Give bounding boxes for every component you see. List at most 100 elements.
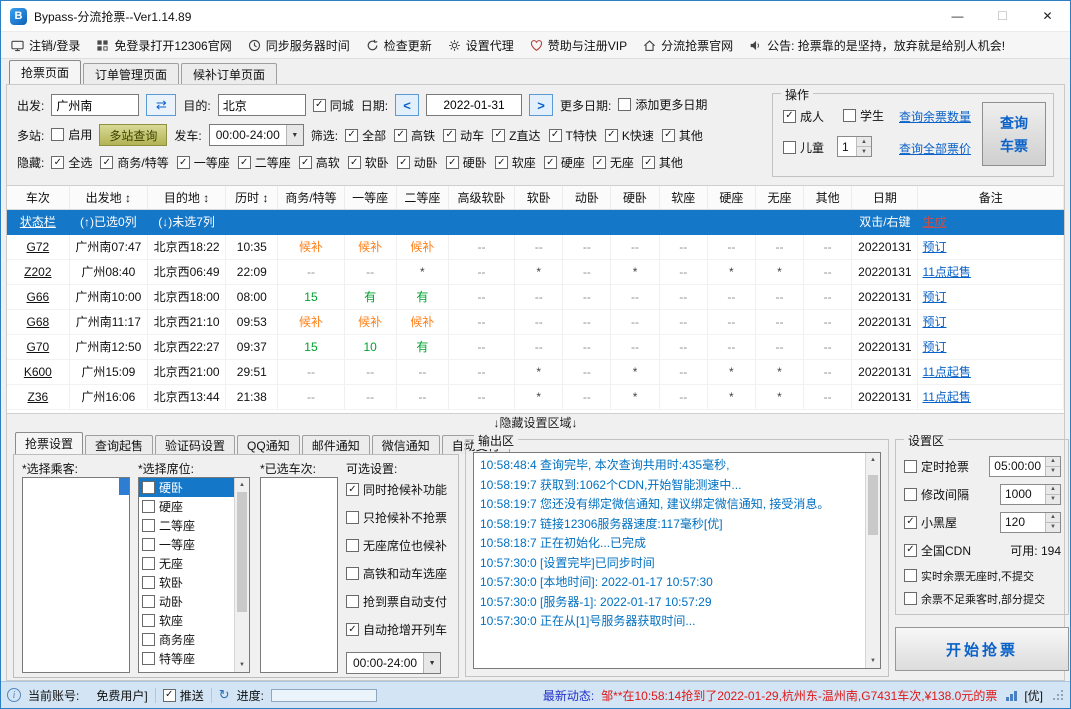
date-input[interactable] [426,94,523,116]
booking-link[interactable]: 预订 [917,309,1064,335]
hide-checkbox-2[interactable]: ✓ 一等座 [176,154,230,171]
hide-checkbox-0[interactable]: ✓ 全选 [51,154,92,171]
hide-checkbox-7[interactable]: ✓ 硬卧 [445,154,487,171]
seat-option[interactable]: 商务座 [139,630,234,649]
train-number-link[interactable]: Z202 [7,259,70,285]
optional-setting-checkbox[interactable]: 无座席位也候补 [346,537,447,554]
column-header[interactable]: 车次 [7,186,70,210]
column-header[interactable]: 软座 [659,186,708,210]
output-scrollbar[interactable]: ▲ ▼ [865,453,880,668]
table-row[interactable]: G68 广州南11:17 北京西21:10 09:53 候补 候补 候补 -- -- -- -- --… [7,309,1064,335]
adult-checkbox[interactable]: ✓ 成人 [783,108,824,125]
query-all-prices-link[interactable]: 查询全部票价 [899,140,971,157]
optional-setting-checkbox[interactable]: ✓ 同时抢候补功能 [346,481,447,498]
multi-station-query-button[interactable]: 多站查询 [99,124,168,146]
setting-checkbox-5[interactable]: 余票不足乘客时,部分提交 [904,591,1045,607]
student-checkbox[interactable]: 学生 [843,107,884,124]
destination-input[interactable] [217,94,306,116]
child-count-spinner[interactable]: 1 ▲ ▼ [837,136,872,157]
setting-checkbox-3[interactable]: ✓ 全国CDN [904,542,971,559]
setting-checkbox-1[interactable]: 修改间隔 [904,486,969,503]
scroll-up-icon[interactable]: ▲ [866,453,880,467]
table-row[interactable]: G70 广州南12:50 北京西22:27 09:37 15 10 有 -- -- -- -- -- -… [7,334,1064,360]
setting-checkbox-4[interactable]: 实时余票无座时,不提交 [904,568,1034,584]
status-note-link[interactable]: 生成 [917,209,1064,235]
menu-item-4[interactable]: 设置代理 [448,37,514,54]
filter-checkbox-2[interactable]: ✓ 动车 [443,127,484,144]
spinner-up-icon[interactable]: ▲ [1046,456,1060,467]
seat-option[interactable]: 硬座 [139,497,234,516]
tab-订单管理页面[interactable]: 订单管理页面 [83,63,180,84]
booking-link[interactable]: 11点起售 [917,359,1064,385]
swap-stations-button[interactable]: ⇄ [146,94,177,116]
filter-checkbox-3[interactable]: ✓ Z直达 [492,127,541,144]
status-train-cell[interactable]: 状态栏 [7,209,70,235]
add-more-dates-checkbox[interactable]: 添加更多日期 [618,96,707,113]
column-header[interactable]: 无座 [755,186,805,210]
bottom-tab-抢票设置[interactable]: 抢票设置 [15,432,84,454]
column-header[interactable]: 动卧 [562,186,612,210]
seat-list[interactable]: 硬卧 硬座 二等座 一等座 无座 软卧 动卧 软座 商务座 特等座 ▲ ▼ [138,477,250,673]
train-number-link[interactable]: G70 [7,334,70,360]
optional-setting-checkbox[interactable]: 抢到票自动支付 [346,593,447,610]
column-header[interactable]: 软卧 [514,186,564,210]
spinner-down-icon[interactable]: ▼ [857,147,871,156]
resize-grip[interactable] [1052,689,1064,701]
passenger-list[interactable] [22,477,130,673]
booking-link[interactable]: 11点起售 [917,384,1064,410]
booking-link[interactable]: 预订 [917,284,1064,310]
menu-item-5[interactable]: 赞助与注册VIP [530,37,627,54]
setting-spinner[interactable]: 1000 ▲ ▼ [1000,483,1061,505]
filter-checkbox-1[interactable]: ✓ 高铁 [394,127,435,144]
same-city-checkbox[interactable]: ✓ 同城 [312,97,354,114]
multi-station-enable-checkbox[interactable]: 启用 [51,126,92,143]
booking-link[interactable]: 预订 [917,334,1064,360]
child-checkbox[interactable]: 儿童 [783,139,824,156]
setting-spinner[interactable]: 120 ▲ ▼ [1000,511,1061,533]
setting-checkbox-2[interactable]: ✓ 小黑屋 [904,514,957,531]
filter-checkbox-5[interactable]: ✓ K快速 [604,127,654,144]
hide-checkbox-1[interactable]: ✓ 商务/特等 [100,154,169,171]
spinner-up-icon[interactable]: ▲ [857,137,871,147]
spinner-down-icon[interactable]: ▼ [1046,466,1060,476]
train-number-link[interactable]: Z36 [7,384,70,410]
train-number-link[interactable]: G66 [7,284,70,310]
seat-option[interactable]: 软座 [139,611,234,630]
next-date-button[interactable]: > [529,94,554,116]
column-header[interactable]: 硬座 [707,186,756,210]
hide-checkbox-10[interactable]: ✓ 无座 [592,154,634,171]
hide-checkbox-5[interactable]: ✓ 软卧 [347,154,389,171]
minimize-button[interactable]: — [935,1,980,31]
column-header[interactable]: 商务/特等 [277,186,345,210]
seat-option[interactable]: 动卧 [139,592,234,611]
push-checkbox[interactable]: ✓ 推送 [162,687,204,704]
optional-setting-checkbox[interactable]: ✓ 自动抢增开列车 [346,621,447,638]
hide-checkbox-4[interactable]: ✓ 高软 [298,154,340,171]
scroll-down-icon[interactable]: ▼ [866,654,880,668]
start-grab-button[interactable]: 开始抢票 [895,627,1069,671]
column-header[interactable]: 其他 [803,186,853,210]
scrollbar-thumb[interactable] [237,492,247,612]
train-number-link[interactable]: G72 [7,234,70,260]
selected-trains-list[interactable] [260,477,338,673]
table-row[interactable]: Z36 广州16:06 北京西13:44 21:38 -- -- -- -- * -- * -- * * -… [7,384,1064,410]
hide-checkbox-6[interactable]: ✓ 动卧 [396,154,438,171]
booking-link[interactable]: 11点起售 [917,259,1064,285]
train-number-link[interactable]: G68 [7,309,70,335]
optional-setting-checkbox[interactable]: 高铁和动车选座 [346,565,447,582]
train-number-link[interactable]: K600 [7,359,70,385]
menu-item-3[interactable]: 检查更新 [366,37,432,54]
seat-option[interactable]: 一等座 [139,535,234,554]
column-header[interactable]: 一等座 [344,186,397,210]
tab-候补订单页面[interactable]: 候补订单页面 [181,63,278,84]
menu-item-6[interactable]: 分流抢票官网 [643,37,733,54]
scrollbar-thumb[interactable] [868,475,878,535]
close-button[interactable]: ✕ [1025,1,1070,31]
hide-area-toggle[interactable]: ↓隐藏设置区域↓ [7,414,1064,431]
query-remaining-tickets-link[interactable]: 查询余票数量 [899,108,971,125]
spinner-up-icon[interactable]: ▲ [1046,512,1060,523]
menu-item-7[interactable]: 公告: 抢票靠的是坚持，放弃就是给别人机会! [749,37,1005,54]
seat-option[interactable]: 特等座 [139,649,234,668]
bottom-tab-验证码设置[interactable]: 验证码设置 [155,435,236,454]
bottom-tab-邮件通知[interactable]: 邮件通知 [301,435,370,454]
